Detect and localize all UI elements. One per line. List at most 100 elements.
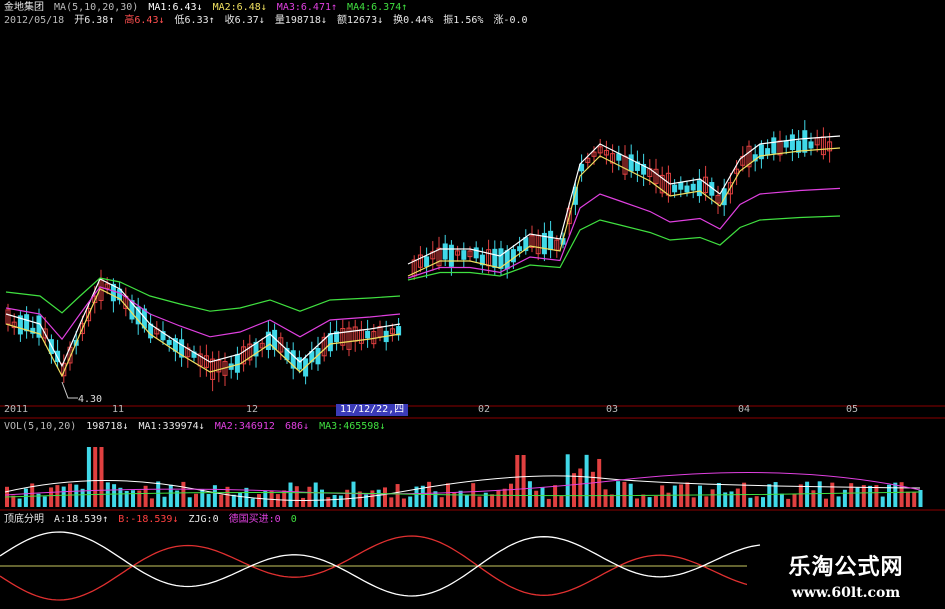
stock-name: 金地集团 [4,2,44,13]
volume-bar [490,494,495,507]
candlestick [548,220,554,259]
indicator-a: A:18.539↑ [54,514,109,525]
volume-bar [231,494,236,507]
candlestick [610,144,616,173]
vol-params: VOL(5,10,20) [4,421,77,432]
candlestick [216,350,222,383]
volume-bar [635,498,639,507]
volume-bar [162,496,167,507]
low-price: 低6.33↑ [174,15,215,26]
ma1-line [5,278,401,368]
candlestick [303,354,309,385]
volume-bar [849,483,854,507]
vol-ma1: MA1:339974↓ [138,421,205,432]
volume-bar [672,485,677,507]
volume-bar [912,492,917,507]
volume-bar [370,490,375,507]
volume-bar [477,496,482,507]
volume-bar [219,494,224,507]
volume-bar [540,487,545,507]
volume-bar [74,484,79,507]
candlestick [346,321,352,357]
indicator-title: 顶底分明 A:18.539↑ B:-18.539↓ ZJG:0 德国买进:0 0 [4,514,301,526]
volume-bar [238,492,243,507]
candlestick [290,342,296,380]
volume-bar [168,484,173,507]
candlestick [327,321,333,357]
volume-bar [565,454,570,507]
volume-bar [118,487,123,507]
volume-bar [647,497,652,507]
volume-bar [754,496,759,507]
candlestick [659,166,665,198]
volume-bar [23,488,28,507]
ma1-line-2 [407,135,841,265]
candlestick [265,320,271,359]
volume-bar [131,490,135,507]
candlestick [789,129,795,162]
candlestick [579,154,585,182]
volume-bar [42,496,47,507]
volume-bar [798,484,803,507]
volume-bar [729,491,734,507]
volume-bar [313,482,318,507]
volume-bar [464,494,469,507]
volume-bar [572,473,576,507]
axis-month-11: 11 [112,404,125,415]
watermark: 乐淘公式网 www.60lt.com [747,549,945,609]
volume-bar [376,489,381,507]
volume-bar [250,498,255,507]
open-price: 开6.38↑ [74,15,115,26]
volume-bar [559,495,564,507]
volume-bar [496,490,501,507]
volume-bar [704,496,709,507]
candlestick [492,240,498,275]
axis-month-03: 03 [606,404,619,415]
candlestick [653,158,659,194]
volume-bar [868,485,873,507]
volume-bar [546,498,551,507]
ma4-value: MA4:6.374↑ [347,2,408,13]
volume-bar [439,497,444,507]
volume-bar [11,495,16,507]
volume-bar [861,485,866,507]
candlestick [30,316,36,339]
volume-bar [307,486,312,507]
candlestick [597,138,603,158]
header-line-2: 2012/05/18 开6.38↑ 高6.43↓ 低6.33↑ 收6.37↓ 量… [4,15,532,27]
candlestick [814,129,820,153]
volume-bar [55,485,60,507]
volume-bar [842,489,847,507]
price-panel[interactable] [5,120,841,392]
volume-bar [811,490,816,507]
amount-value: 额12673↓ [337,15,384,26]
volume-bar [653,495,658,507]
candlestick [358,320,364,351]
volume-bar [458,490,463,507]
candlestick [808,132,814,156]
candlestick [123,287,129,317]
vol-current: 198718↓ [86,421,129,432]
volume-bar [338,495,343,507]
volume-bar [622,481,627,507]
volume-bar [275,494,280,507]
low-price-label: 4.30 [78,394,103,405]
high-price: 高6.43↓ [124,15,165,26]
candlestick [389,323,395,342]
volume-bar [326,497,331,507]
volume-panel[interactable] [4,447,923,507]
volume-bar [918,489,923,507]
volume-bar [200,489,205,507]
candlestick [696,169,702,203]
candlestick [321,332,327,362]
change-value: 涨-0.0 [493,15,528,26]
turnover-value: 换0.44% [393,15,434,26]
volume-bar [320,489,324,507]
volume-bar [149,498,154,507]
volume-bar [824,498,828,507]
volume-bar [105,482,110,507]
volume-bar [181,481,186,507]
axis-month-12: 12 [246,404,259,415]
volume-bar [880,496,885,507]
candlestick [684,180,690,197]
